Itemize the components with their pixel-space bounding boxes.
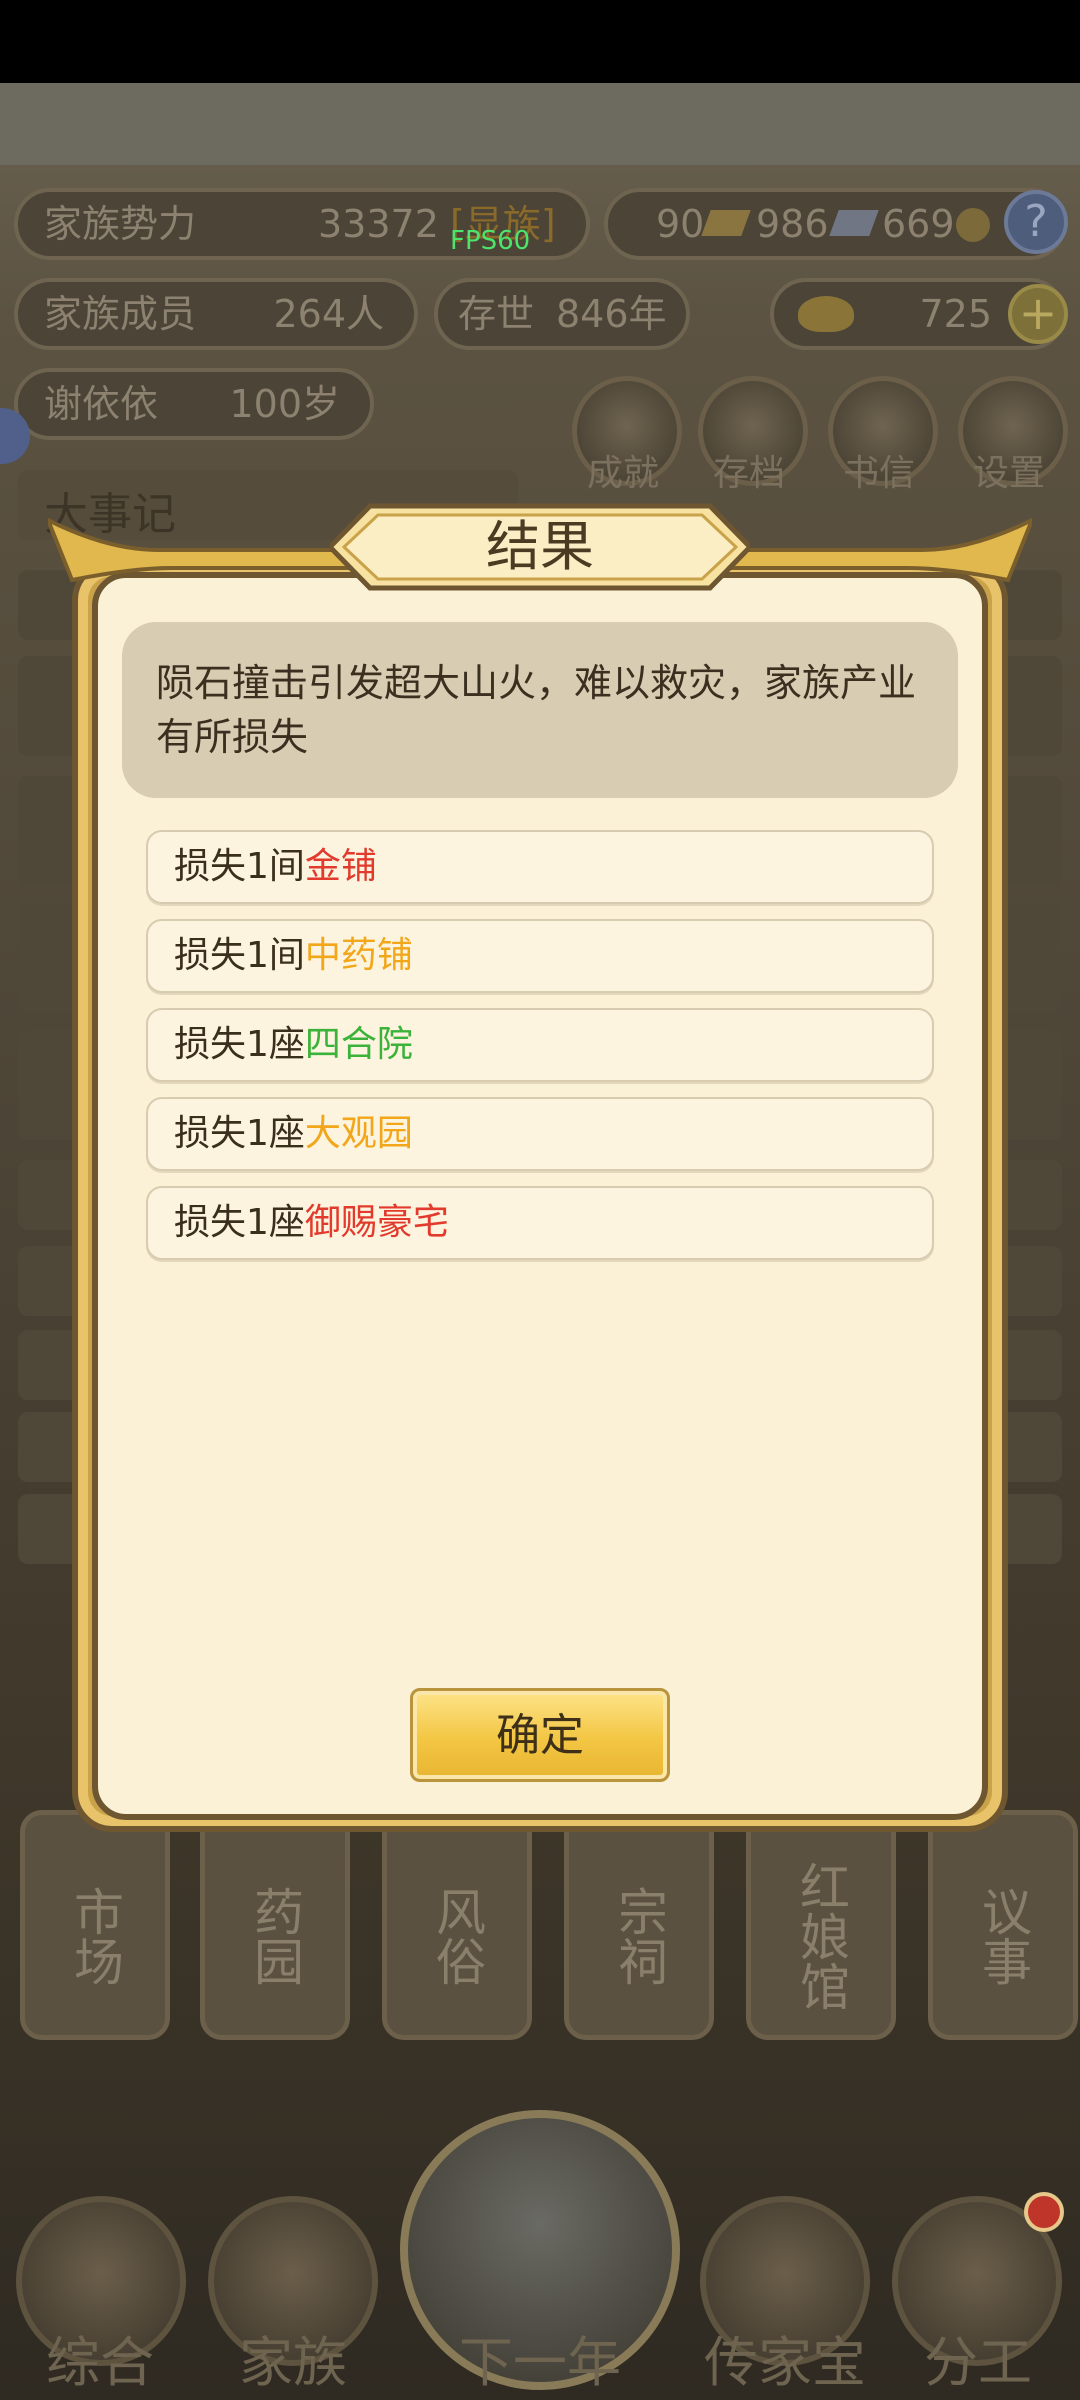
loss-item: 损失1座大观园	[146, 1097, 934, 1171]
notification-dot	[1024, 2192, 1064, 2232]
existence-value: 846年	[556, 292, 667, 336]
letters-label: 书信	[842, 453, 915, 494]
loss-name: 四合院	[304, 1024, 413, 1065]
save-label: 存档	[712, 453, 785, 494]
coin-count: 669	[882, 202, 955, 246]
loss-item: 损失1间金铺	[146, 830, 934, 904]
loss-item: 损失1间中药铺	[146, 919, 934, 993]
ingot-icon	[798, 296, 854, 332]
settings-label: 设置	[972, 453, 1045, 494]
building-ancestral-hall[interactable]: 宗祠	[564, 1810, 714, 2040]
nav-overview-label: 综合	[46, 2331, 154, 2394]
leader-age: 100岁	[229, 382, 340, 426]
nav-division-label: 分工	[924, 2331, 1032, 2394]
nav-heirloom-label: 传家宝	[704, 2331, 866, 2394]
existence-pill: 存世 846年	[434, 278, 690, 350]
building-customs[interactable]: 风俗	[382, 1810, 532, 2040]
silver-bar-icon	[829, 210, 879, 236]
members-value: 264人	[273, 292, 384, 336]
leader-pill[interactable]: 谢依依 100岁	[14, 368, 374, 440]
silver-bar-count: 986	[756, 202, 829, 246]
nav-family-label: 家族	[239, 2331, 347, 2394]
building-market[interactable]: 市场	[20, 1810, 170, 2040]
add-ingot-button[interactable]: +	[1008, 284, 1068, 344]
help-button[interactable]: ?	[1004, 190, 1068, 254]
gold-bar-count: 90	[656, 202, 705, 246]
building-council[interactable]: 议事	[928, 1810, 1078, 2040]
status-bar	[0, 0, 1080, 83]
building-matchmaker[interactable]: 红娘馆	[746, 1810, 896, 2040]
loss-prefix: 损失1间	[174, 846, 305, 887]
header-strip	[0, 83, 1080, 165]
loss-name: 御赐豪宅	[304, 1202, 449, 1243]
coin-icon	[956, 208, 990, 242]
fps-counter: FPS60	[450, 226, 531, 256]
loss-name: 金铺	[304, 846, 377, 887]
loss-item: 损失1座御赐豪宅	[146, 1186, 934, 1260]
family-power-value: 33372	[318, 202, 439, 246]
confirm-button[interactable]: 确定	[410, 1688, 670, 1782]
loss-item: 损失1座四合院	[146, 1008, 934, 1082]
leader-name: 谢依依	[44, 382, 159, 426]
loss-name: 大观园	[304, 1113, 413, 1154]
result-message: 陨石撞击引发超大山火，难以救灾，家族产业有所损失	[122, 622, 958, 798]
loss-name: 中药铺	[304, 935, 413, 976]
family-power-label: 家族势力	[44, 202, 197, 246]
members-pill: 家族成员 264人	[14, 278, 418, 350]
loss-prefix: 损失1座	[174, 1202, 305, 1243]
next-year-label: 下一年	[459, 2331, 621, 2394]
loss-prefix: 损失1座	[174, 1024, 305, 1065]
ingot-value: 725	[919, 292, 992, 336]
building-herb-garden[interactable]: 药园	[200, 1810, 350, 2040]
loss-prefix: 损失1座	[174, 1113, 305, 1154]
loss-prefix: 损失1间	[174, 935, 305, 976]
members-label: 家族成员	[44, 292, 197, 336]
gold-bar-icon	[701, 210, 751, 236]
existence-label: 存世	[458, 292, 535, 336]
dialog-title: 结果	[486, 515, 594, 578]
currency-pill: 90 986 669	[604, 188, 1066, 260]
achievements-label: 成就	[586, 453, 659, 494]
